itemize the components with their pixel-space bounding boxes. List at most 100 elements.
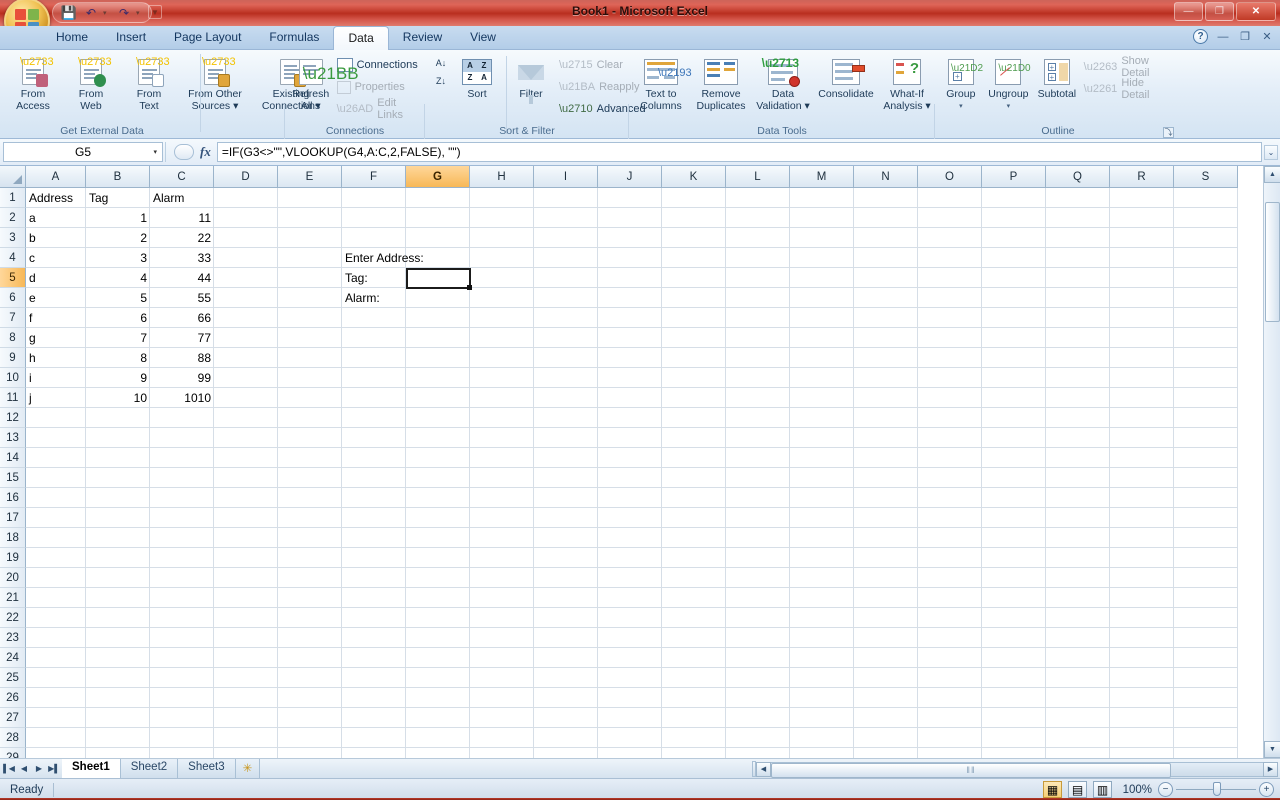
tab-review[interactable]: Review	[389, 26, 456, 50]
cell-D5[interactable]	[214, 268, 278, 288]
cell-Q2[interactable]	[1046, 208, 1110, 228]
cell-J15[interactable]	[598, 468, 662, 488]
cell-B26[interactable]	[86, 688, 150, 708]
cell-D9[interactable]	[214, 348, 278, 368]
cell-N10[interactable]	[854, 368, 918, 388]
cell-C9[interactable]: 88	[150, 348, 214, 368]
column-header-m[interactable]: M	[790, 166, 854, 188]
cell-J6[interactable]	[598, 288, 662, 308]
scroll-left-button[interactable]: ◀	[756, 761, 771, 777]
cell-Q27[interactable]	[1046, 708, 1110, 728]
cell-L4[interactable]	[726, 248, 790, 268]
column-header-f[interactable]: F	[342, 166, 406, 188]
cell-H2[interactable]	[470, 208, 534, 228]
cell-D24[interactable]	[214, 648, 278, 668]
cell-E25[interactable]	[278, 668, 342, 688]
cell-S14[interactable]	[1174, 448, 1238, 468]
cell-M20[interactable]	[790, 568, 854, 588]
cell-K2[interactable]	[662, 208, 726, 228]
cell-M14[interactable]	[790, 448, 854, 468]
row-header-19[interactable]: 19	[0, 548, 26, 568]
cell-S24[interactable]	[1174, 648, 1238, 668]
cell-G12[interactable]	[406, 408, 470, 428]
cell-B11[interactable]: 10	[86, 388, 150, 408]
cell-J8[interactable]	[598, 328, 662, 348]
cell-I27[interactable]	[534, 708, 598, 728]
cell-R28[interactable]	[1110, 728, 1174, 748]
cell-Q24[interactable]	[1046, 648, 1110, 668]
cell-H16[interactable]	[470, 488, 534, 508]
cell-D17[interactable]	[214, 508, 278, 528]
cell-G6[interactable]	[406, 288, 470, 308]
cell-A3[interactable]: b	[26, 228, 86, 248]
cell-D10[interactable]	[214, 368, 278, 388]
cell-N4[interactable]	[854, 248, 918, 268]
cell-M11[interactable]	[790, 388, 854, 408]
cell-F29[interactable]	[342, 748, 406, 758]
page-layout-view-button[interactable]: ▤	[1068, 781, 1087, 798]
cell-S28[interactable]	[1174, 728, 1238, 748]
cell-N7[interactable]	[854, 308, 918, 328]
tab-home[interactable]: Home	[42, 26, 102, 50]
cell-G16[interactable]	[406, 488, 470, 508]
cell-K1[interactable]	[662, 188, 726, 208]
cell-E28[interactable]	[278, 728, 342, 748]
cell-L17[interactable]	[726, 508, 790, 528]
cell-I17[interactable]	[534, 508, 598, 528]
cell-O15[interactable]	[918, 468, 982, 488]
cell-N18[interactable]	[854, 528, 918, 548]
cell-E2[interactable]	[278, 208, 342, 228]
cell-G3[interactable]	[406, 228, 470, 248]
cell-G19[interactable]	[406, 548, 470, 568]
cell-O27[interactable]	[918, 708, 982, 728]
cell-P15[interactable]	[982, 468, 1046, 488]
cell-A20[interactable]	[26, 568, 86, 588]
cell-L6[interactable]	[726, 288, 790, 308]
zoom-out-button[interactable]: −	[1158, 782, 1173, 797]
cell-P26[interactable]	[982, 688, 1046, 708]
cell-F10[interactable]	[342, 368, 406, 388]
cell-A18[interactable]	[26, 528, 86, 548]
cell-A28[interactable]	[26, 728, 86, 748]
expand-formula-bar-icon[interactable]: ⌄	[1264, 145, 1278, 160]
cell-R5[interactable]	[1110, 268, 1174, 288]
cell-G11[interactable]	[406, 388, 470, 408]
cell-B22[interactable]	[86, 608, 150, 628]
cell-B18[interactable]	[86, 528, 150, 548]
cell-S4[interactable]	[1174, 248, 1238, 268]
cell-K29[interactable]	[662, 748, 726, 758]
cell-F20[interactable]	[342, 568, 406, 588]
row-header-23[interactable]: 23	[0, 628, 26, 648]
cell-S22[interactable]	[1174, 608, 1238, 628]
row-header-2[interactable]: 2	[0, 208, 26, 228]
cell-P13[interactable]	[982, 428, 1046, 448]
row-header-4[interactable]: 4	[0, 248, 26, 268]
cell-O5[interactable]	[918, 268, 982, 288]
subtotal-button[interactable]: + + Subtotal	[1033, 52, 1081, 101]
cell-R8[interactable]	[1110, 328, 1174, 348]
sheet-tab-sheet2[interactable]: Sheet2	[120, 759, 179, 779]
cell-B14[interactable]	[86, 448, 150, 468]
cell-N9[interactable]	[854, 348, 918, 368]
tab-formulas[interactable]: Formulas	[255, 26, 333, 50]
cell-A1[interactable]: Address	[26, 188, 86, 208]
cell-K8[interactable]	[662, 328, 726, 348]
insert-function-icon[interactable]: fx	[200, 144, 211, 160]
cell-S19[interactable]	[1174, 548, 1238, 568]
cell-A17[interactable]	[26, 508, 86, 528]
from-other-sources-button[interactable]: \u2733 From Other Sources ▾	[178, 52, 252, 112]
cell-M29[interactable]	[790, 748, 854, 758]
cell-S29[interactable]	[1174, 748, 1238, 758]
cell-L14[interactable]	[726, 448, 790, 468]
column-header-s[interactable]: S	[1174, 166, 1238, 188]
cell-C29[interactable]	[150, 748, 214, 758]
row-header-15[interactable]: 15	[0, 468, 26, 488]
cell-S10[interactable]	[1174, 368, 1238, 388]
cell-L21[interactable]	[726, 588, 790, 608]
cell-J23[interactable]	[598, 628, 662, 648]
row-header-6[interactable]: 6	[0, 288, 26, 308]
cell-D8[interactable]	[214, 328, 278, 348]
cell-O19[interactable]	[918, 548, 982, 568]
consolidate-button[interactable]: Consolidate	[814, 52, 878, 101]
cell-J5[interactable]	[598, 268, 662, 288]
